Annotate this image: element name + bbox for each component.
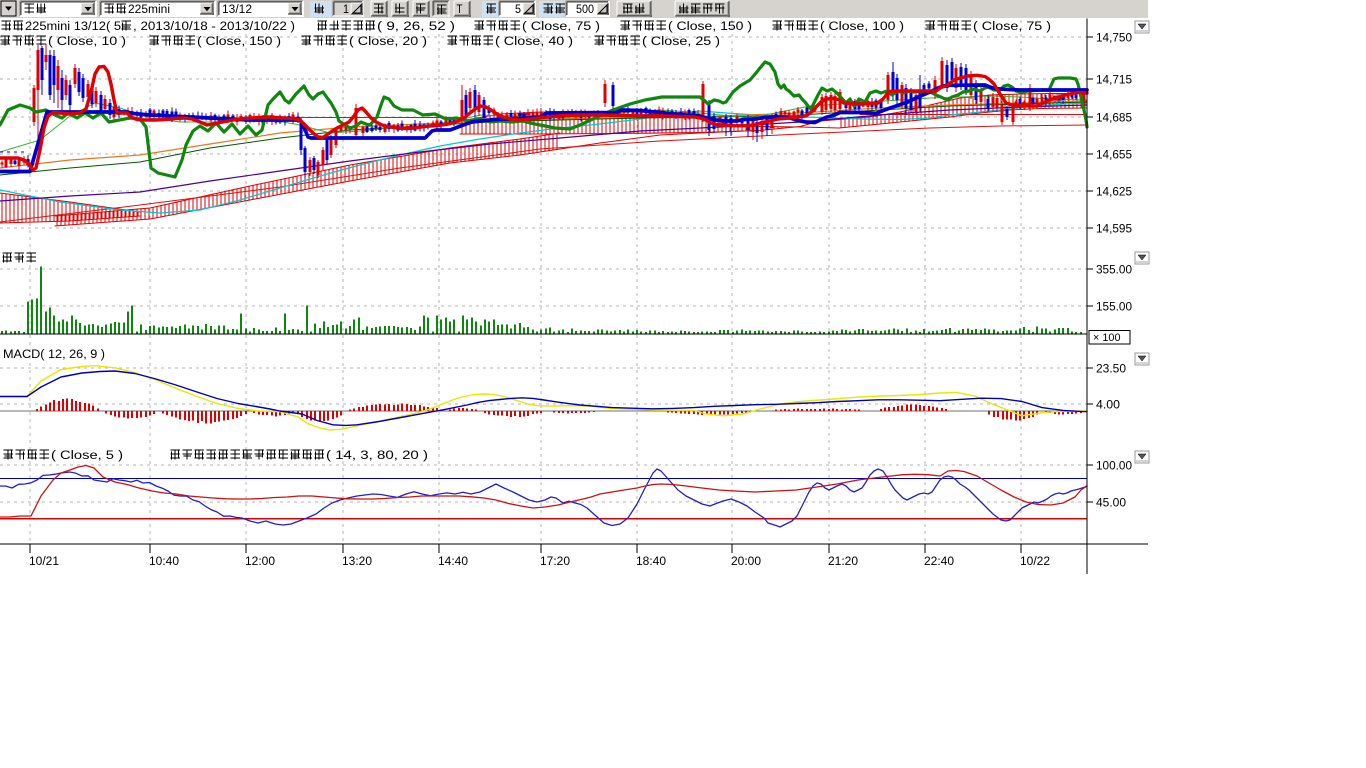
svg-text:( Close, 25 ): ( Close, 25 ) (642, 36, 720, 48)
svg-text:13/12: 13/12 (222, 4, 252, 16)
svg-text:14,715: 14,715 (1096, 75, 1132, 87)
svg-text:10/22: 10/22 (1020, 556, 1050, 568)
svg-text:( Close, 150 ): ( Close, 150 ) (197, 36, 281, 48)
svg-text:20:00: 20:00 (731, 556, 761, 568)
svg-text:, 2013/10/18 - 2013/10/22 ): , 2013/10/18 - 2013/10/22 ) (133, 21, 295, 33)
svg-text:18:40: 18:40 (636, 556, 666, 568)
svg-text:500: 500 (576, 4, 594, 16)
svg-text:1: 1 (343, 4, 349, 16)
svg-text:5: 5 (515, 4, 521, 16)
svg-text:21:20: 21:20 (828, 556, 858, 568)
svg-text:355.00: 355.00 (1096, 265, 1132, 277)
svg-text:14,595: 14,595 (1096, 224, 1132, 236)
svg-text:14:40: 14:40 (438, 556, 468, 568)
svg-text:MACD( 12, 26, 9 ): MACD( 12, 26, 9 ) (3, 349, 105, 361)
svg-text:14,750: 14,750 (1096, 33, 1132, 45)
svg-text:100.00: 100.00 (1096, 461, 1132, 473)
svg-text:12:00: 12:00 (245, 556, 275, 568)
svg-text:× 100: × 100 (1093, 332, 1121, 344)
svg-text:( Close, 100 ): ( Close, 100 ) (820, 21, 904, 33)
svg-text:( Close, 40 ): ( Close, 40 ) (495, 36, 573, 48)
svg-text:T: T (457, 4, 463, 16)
svg-text:( 14, 3, 80, 20 ): ( 14, 3, 80, 20 ) (326, 450, 428, 462)
svg-text:45.00: 45.00 (1096, 498, 1126, 510)
svg-text:23.50: 23.50 (1096, 364, 1126, 376)
svg-text:( Close, 75 ): ( Close, 75 ) (973, 21, 1051, 33)
svg-text:14,625: 14,625 (1096, 187, 1132, 199)
svg-text:14,685: 14,685 (1096, 113, 1132, 125)
svg-text:225mini: 225mini (128, 4, 170, 16)
svg-text:4.00: 4.00 (1096, 400, 1120, 412)
svg-text:10/21: 10/21 (29, 556, 59, 568)
svg-text:22:40: 22:40 (924, 556, 954, 568)
svg-text:13:20: 13:20 (342, 556, 372, 568)
svg-text:( Close, 150 ): ( Close, 150 ) (668, 21, 752, 33)
svg-text:( 9, 26, 52 ): ( 9, 26, 52 ) (377, 21, 455, 33)
svg-text:( Close, 75 ): ( Close, 75 ) (522, 21, 600, 33)
svg-text:( Close, 5 ): ( Close, 5 ) (51, 450, 123, 462)
svg-text:( Close, 10 ): ( Close, 10 ) (48, 36, 126, 48)
svg-text:10:40: 10:40 (149, 556, 179, 568)
svg-text:14,655: 14,655 (1096, 150, 1132, 162)
svg-text:( Close, 20 ): ( Close, 20 ) (349, 36, 427, 48)
svg-text:155.00: 155.00 (1096, 302, 1132, 314)
svg-text:17:20: 17:20 (540, 556, 570, 568)
svg-text:225mini 13/12( 5: 225mini 13/12( 5 (25, 21, 121, 33)
